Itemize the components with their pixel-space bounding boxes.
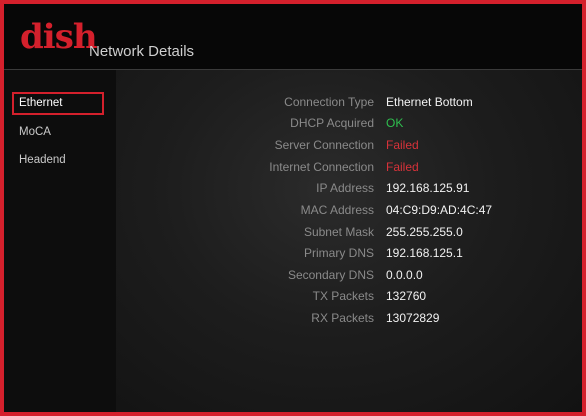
detail-value: Failed: [386, 138, 419, 152]
detail-row-subnet-mask: Subnet Mask 255.255.255.0: [116, 221, 582, 243]
tv-screen-frame: dish Network Details Ethernet MoCA Heade…: [4, 4, 582, 412]
detail-row-tx-packets: TX Packets 132760: [116, 285, 582, 307]
detail-label: Subnet Mask: [303, 225, 374, 239]
sidebar-item-moca[interactable]: MoCA: [12, 121, 104, 144]
detail-row-secondary-dns: Secondary DNS 0.0.0.0: [116, 264, 582, 286]
detail-row-primary-dns: Primary DNS 192.168.125.1: [116, 242, 582, 264]
dish-logo: dish: [20, 17, 98, 57]
detail-label: Primary DNS: [303, 246, 374, 260]
detail-value: Failed: [386, 160, 419, 174]
detail-label: MAC Address: [300, 203, 374, 217]
detail-label: Secondary DNS: [287, 268, 374, 282]
detail-row-server-connection: Server Connection Failed: [116, 134, 582, 156]
detail-value: OK: [386, 116, 404, 130]
detail-row-rx-packets: RX Packets 13072829: [116, 307, 582, 329]
detail-row-ip-address: IP Address 192.168.125.91: [116, 177, 582, 199]
detail-label: IP Address: [316, 181, 374, 195]
sidebar-item-ethernet[interactable]: Ethernet: [12, 92, 104, 115]
detail-value: 192.168.125.1: [386, 246, 463, 260]
detail-label: Connection Type: [284, 95, 374, 109]
detail-label: Internet Connection: [269, 160, 374, 174]
detail-row-connection-type: Connection Type Ethernet Bottom: [116, 91, 582, 113]
detail-value: 13072829: [386, 311, 440, 325]
page-title: Network Details: [89, 43, 195, 60]
detail-row-internet-connection: Internet Connection Failed: [116, 156, 582, 178]
detail-value: 04:C9:D9:AD:4C:47: [386, 203, 493, 217]
detail-label: TX Packets: [312, 289, 374, 303]
detail-label: DHCP Acquired: [290, 116, 374, 130]
network-details-panel: Connection Type Ethernet Bottom DHCP Acq…: [116, 70, 582, 412]
sidebar-item-headend[interactable]: Headend: [12, 149, 104, 172]
header-bar: dish Network Details: [4, 4, 582, 69]
dish-logo-text: dish: [20, 17, 98, 57]
detail-row-dhcp-acquired: DHCP Acquired OK: [116, 112, 582, 134]
detail-row-mac-address: MAC Address 04:C9:D9:AD:4C:47: [116, 199, 582, 221]
detail-value: 0.0.0.0: [386, 268, 423, 282]
detail-value: 255.255.255.0: [386, 225, 463, 239]
detail-label: Server Connection: [274, 138, 374, 152]
sidebar: Ethernet MoCA Headend: [4, 70, 116, 412]
detail-value: Ethernet Bottom: [386, 95, 473, 109]
detail-label: RX Packets: [311, 311, 374, 325]
detail-value: 132760: [386, 289, 427, 303]
detail-value: 192.168.125.91: [386, 181, 470, 195]
